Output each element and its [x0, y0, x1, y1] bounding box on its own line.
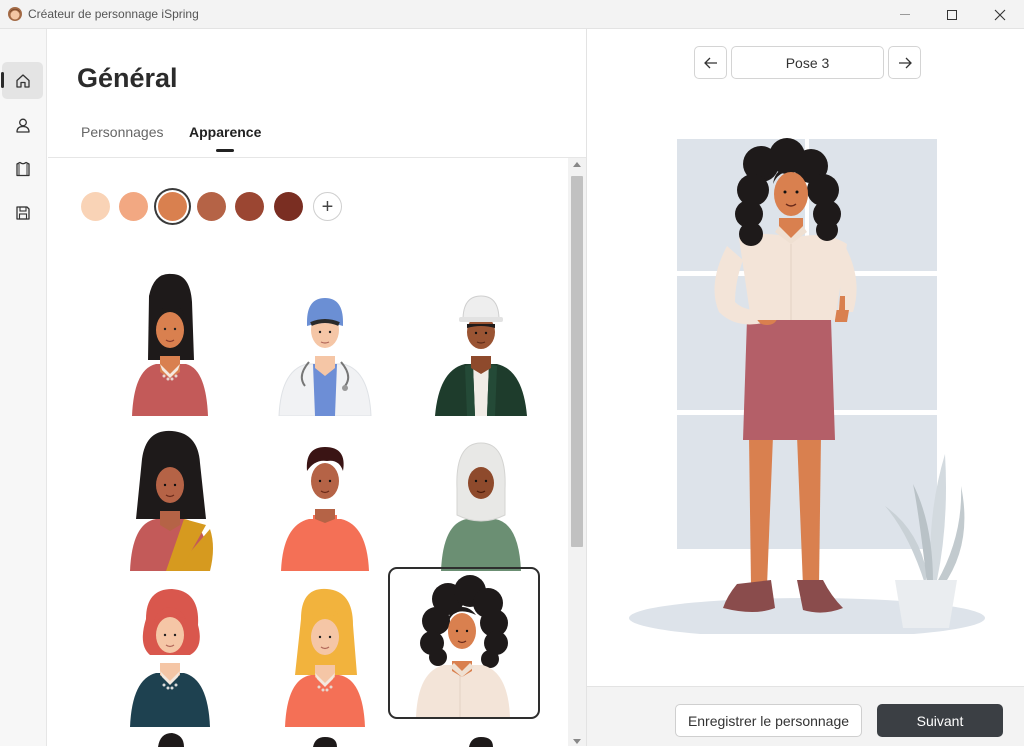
minimize-icon: [900, 14, 910, 15]
character-preview-illustration: [629, 138, 985, 634]
construction-worker-illustration: [435, 295, 527, 416]
scroll-down-arrow-icon[interactable]: [573, 739, 581, 744]
skin-tone-swatch[interactable]: [235, 192, 264, 221]
character-card[interactable]: [249, 264, 401, 416]
character-card[interactable]: [249, 419, 401, 571]
close-icon: [994, 9, 1006, 20]
save-character-button[interactable]: Enregistrer le personnage: [675, 704, 862, 737]
maximize-button[interactable]: [929, 0, 975, 29]
page-title: Général: [77, 63, 178, 93]
close-button[interactable]: [977, 0, 1023, 29]
character-card[interactable]: [94, 419, 246, 571]
window-title: Créateur de personnage iSpring: [28, 7, 199, 21]
rail-item-save[interactable]: [2, 194, 43, 231]
character-partial-illustration: [469, 737, 493, 747]
character-card-partial[interactable]: [94, 731, 246, 747]
character-card[interactable]: [249, 575, 401, 727]
pose-label: Pose 3: [731, 46, 884, 79]
arrow-right-icon: [898, 57, 912, 68]
character-avatar-icon: [8, 7, 22, 21]
add-skin-tone-button[interactable]: +: [313, 192, 342, 221]
tabs-divider: [48, 157, 586, 158]
skin-tone-swatch[interactable]: [81, 192, 110, 221]
editor-panel: Général Personnages Apparence +: [48, 29, 586, 747]
character-card-partial[interactable]: [249, 731, 401, 747]
next-pose-button[interactable]: [888, 46, 921, 79]
rail-item-home[interactable]: [1, 62, 43, 99]
character-card[interactable]: [405, 419, 557, 571]
arrow-left-icon: [703, 57, 717, 68]
title-bar: Créateur de personnage iSpring: [0, 0, 1024, 29]
minimize-button[interactable]: [882, 0, 928, 29]
woman-hijab-illustration: [441, 442, 521, 571]
character-card[interactable]: [94, 264, 246, 416]
maximize-icon: [947, 9, 957, 20]
character-card[interactable]: [405, 264, 557, 416]
man-sweater-illustration: [281, 447, 369, 571]
character-card-selected[interactable]: [388, 567, 540, 719]
skin-tone-swatch[interactable]: [197, 192, 226, 221]
character-card-partial[interactable]: [405, 731, 557, 747]
curly-hair-woman-illustration: [416, 575, 510, 717]
character-partial-illustration: [313, 737, 337, 747]
scrollbar-thumb[interactable]: [571, 176, 583, 547]
user-icon: [15, 118, 30, 133]
footer-bar: Enregistrer le personnage Suivant: [587, 686, 1024, 746]
skin-tone-swatch-selected[interactable]: [158, 192, 187, 221]
preview-panel: Pose 3: [587, 29, 1024, 746]
next-button[interactable]: Suivant: [877, 704, 1003, 737]
home-icon: [15, 73, 30, 88]
skin-tone-swatch[interactable]: [119, 192, 148, 221]
scroll-up-arrow-icon[interactable]: [573, 162, 581, 167]
previous-pose-button[interactable]: [694, 46, 727, 79]
save-icon: [15, 205, 30, 220]
rail-item-character[interactable]: [2, 106, 43, 143]
active-tab-indicator: [216, 149, 234, 152]
tab-personnages[interactable]: Personnages: [81, 124, 164, 140]
navigation-rail: [0, 29, 47, 746]
tab-apparence[interactable]: Apparence: [189, 124, 261, 140]
doctor-illustration: [278, 298, 372, 416]
rail-item-clothing[interactable]: [2, 150, 43, 187]
skin-tone-swatch[interactable]: [274, 192, 303, 221]
shirt-icon: [15, 161, 30, 176]
woman-sari-illustration: [130, 430, 213, 571]
character-card[interactable]: [94, 575, 246, 727]
redhead-woman-illustration: [130, 589, 210, 727]
woman-cardigan-illustration: [132, 273, 208, 416]
character-partial-illustration: [158, 733, 184, 747]
blonde-woman-illustration: [285, 588, 365, 727]
